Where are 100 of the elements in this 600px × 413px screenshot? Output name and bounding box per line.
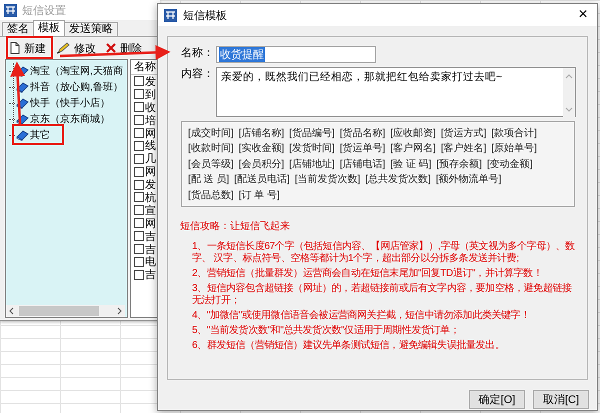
checkbox[interactable] [134,102,144,112]
list-item[interactable]: 网 [145,216,156,231]
checkbox[interactable] [134,205,144,216]
variable-tag[interactable]: [货运方式] [440,126,486,140]
tip-text: 2、营销短信（批量群发）运营商会自动在短信末尾加"回复TD退订"，并计算字数！ [192,268,544,280]
variable-tag[interactable]: [验 证 码] [390,156,432,171]
variable-tag[interactable]: [成交时间] [188,126,234,140]
window-title: 短信设置 [22,4,66,18]
checkbox[interactable] [134,76,144,86]
tip-text: 3、短信内容包含超链接（网址）的，若超链接前或后有文字内容，要加空格，避免超链接无法打开； [192,282,573,306]
arrow [10,62,26,124]
book-icon [16,130,29,140]
variable-tag[interactable]: [预存余额] [436,156,482,171]
variable-tag[interactable]: [总共发货次数] [365,172,431,186]
list-item[interactable]: 网 [145,164,156,180]
app-icon [164,8,177,22]
list-item[interactable]: 收 [145,100,156,115]
dialog-title: 短信模板 [183,8,228,22]
toolbar-button[interactable]: 新建 [8,40,48,56]
checkbox[interactable] [134,128,144,138]
tab[interactable]: 模板 [33,20,65,36]
variable-tag[interactable]: [发货时间] [289,141,335,156]
list-item[interactable]: 吉 [145,267,156,282]
variable-tag[interactable]: [会员积分] [238,156,284,171]
tab[interactable]: 发送策略 [64,22,118,36]
variable-tag[interactable]: [店铺名称] [238,126,284,140]
variable-tag[interactable]: [额外物流单号] [436,172,502,186]
checkbox[interactable] [134,154,144,164]
variable-tag[interactable]: [配 送 员] [188,172,230,186]
checkbox[interactable] [134,256,144,267]
highlight-frame [12,124,64,145]
delete-icon [106,43,116,53]
list-item[interactable]: 宣 [145,202,156,218]
field-label: 内容： [180,67,214,82]
tips-title: 短信攻略：让短信飞起来 [180,220,291,232]
variable-tag[interactable]: [当前发货次数] [294,172,360,186]
checkbox[interactable] [134,192,144,202]
variable-tag[interactable]: [应收邮资] [390,126,436,140]
list-item[interactable]: 培 [145,112,156,128]
list-item[interactable]: 网 [145,126,156,141]
list-item[interactable]: 线 [145,138,156,154]
variable-tag[interactable]: [货运单号] [340,141,386,156]
variable-tag[interactable]: [店铺地址] [289,156,335,171]
scrollbar[interactable] [563,68,575,118]
variable-tag[interactable]: [实收金额] [238,141,284,156]
checkbox[interactable] [134,270,144,280]
app-icon [4,4,17,16]
book-icon [16,82,29,92]
variable-tag[interactable]: [客户姓名] [440,141,486,156]
tree-item[interactable]: 抖音（放心购,鲁班） [30,80,123,94]
list-item[interactable]: 发 [145,74,156,89]
variable-tag[interactable]: [收款时间] [188,141,234,156]
checkbox[interactable] [134,180,144,190]
highlight-frame [6,36,53,59]
tree-item[interactable]: 快手（快手小店） [30,96,110,110]
list-item[interactable]: 发 [145,177,156,192]
checkbox[interactable] [134,89,144,100]
variable-tag[interactable]: [客户网名] [390,141,436,156]
book-icon [16,114,29,124]
tip-text: 6、群发短信（营销短信）建议先单条测试短信，避免编辑失误批量发出。 [192,340,506,352]
variable-tag[interactable]: [配送员电话] [234,172,290,186]
tip-text: 5、"当前发货次数"和"总共发货次数"仅适用于周期性发货订单； [192,324,460,336]
checkbox[interactable] [134,218,144,228]
variable-tag[interactable]: [店铺电话] [340,156,386,171]
checkbox[interactable] [134,166,144,177]
checkbox[interactable] [134,231,144,242]
variable-tag[interactable]: [订 单 号] [238,188,280,202]
name-field[interactable]: 收货提醒 [216,46,376,63]
variable-tag[interactable]: [货品编号] [289,126,335,140]
checkbox[interactable] [134,244,144,254]
document-icon [10,42,20,54]
content-field[interactable]: 亲爱的，既然我们已经相恋，那就把红包给卖家打过去吧~ [216,67,576,117]
variable-tag[interactable]: [会员等级] [188,156,234,171]
tree-item[interactable]: 淘宝（淘宝网,天猫商 [30,64,123,78]
book-icon [16,98,29,108]
field-label: 名称： [180,46,214,61]
list-item[interactable]: 杭 [145,190,156,205]
variable-tag[interactable]: [原始单号] [491,141,537,156]
tab[interactable]: 签名 [2,22,34,36]
tip-text: 1、一条短信长度67个字（包括短信内容、【网店管家】）,字母（英文视为多个字母）、数字、 汉字、标点符号、空格等都计为1个字，超出部分以分拆多条发送并计费; [192,240,576,264]
checkbox[interactable] [134,140,144,151]
list-item[interactable]: 吉 [145,228,156,244]
list-item[interactable]: 到 [145,86,156,102]
pencil-icon [56,42,70,54]
checkbox[interactable] [134,115,144,126]
tip-text: 4、"加微信"或使用微信语音会被运营商网关拦截，短信中请勿添加此类关键字！ [192,310,531,322]
variable-tag[interactable]: [货品名称] [340,126,386,140]
dialog-button[interactable]: 确定[O] [469,390,525,409]
variable-tag[interactable]: [变动金额] [486,156,532,171]
list-item[interactable]: 几 [145,151,156,166]
toolbar-button[interactable]: 修改 [54,40,98,56]
variable-tag[interactable]: [款项合计] [491,126,537,140]
tree-item[interactable]: 其它 [30,128,50,142]
list-item[interactable]: 吉 [145,242,156,257]
list-item[interactable]: 电 [145,254,156,270]
close-button[interactable]: × [569,4,597,26]
dialog-button[interactable]: 取消[C] [533,390,589,409]
tree-item[interactable]: 京东（京东商城） [30,112,110,126]
variable-tag[interactable]: [货品总数] [188,188,234,202]
column-header[interactable]: 名称 [134,61,156,73]
